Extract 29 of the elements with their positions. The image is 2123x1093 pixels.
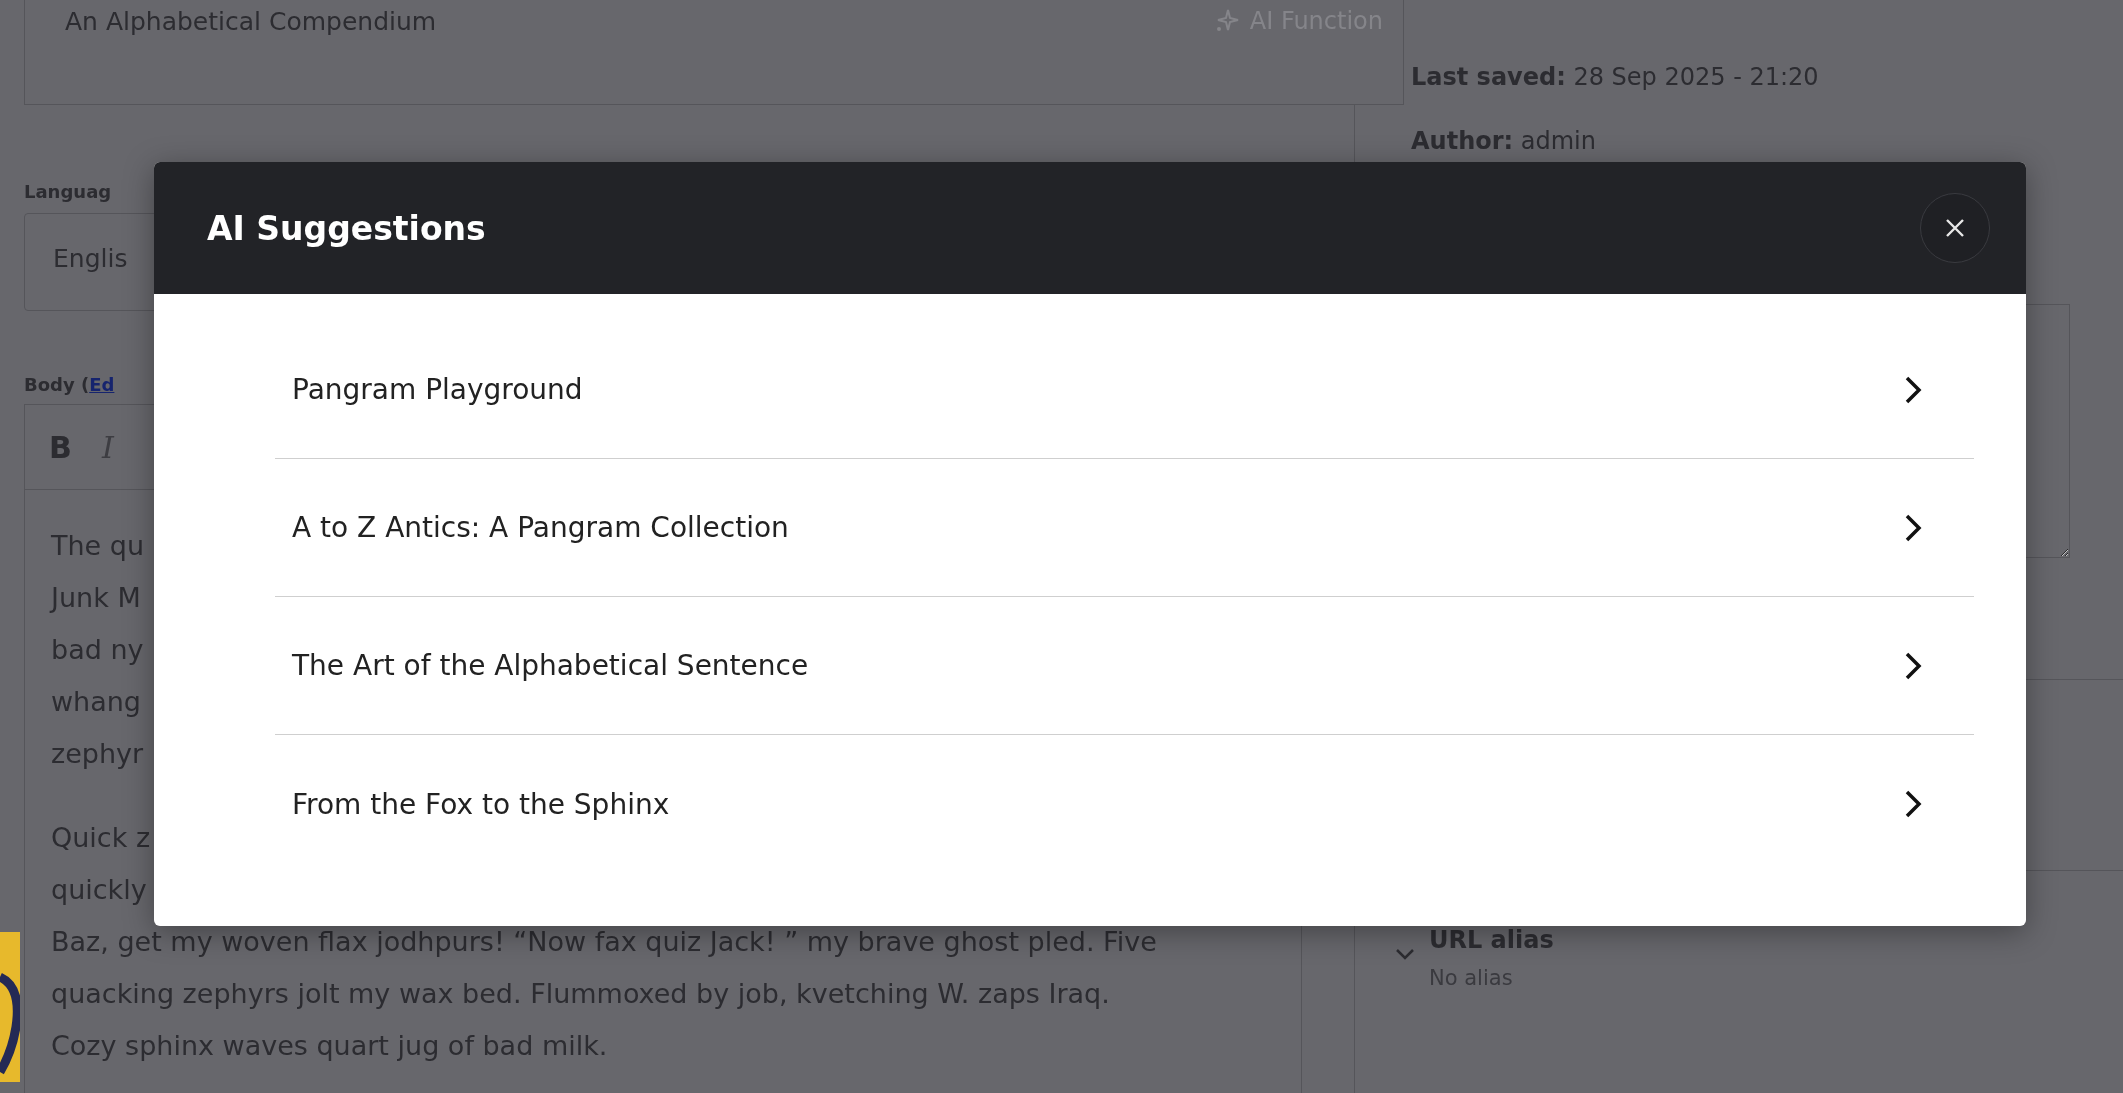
body-text-line: bad ny xyxy=(51,633,144,667)
suggestion-item[interactable]: Pangram Playground xyxy=(275,321,1974,459)
body-text-line: Junk M xyxy=(51,581,141,615)
suggestion-item[interactable]: From the Fox to the Sphinx xyxy=(275,735,1974,873)
body-text-line: quickly xyxy=(51,873,147,907)
chevron-right-icon xyxy=(1904,512,1922,543)
bold-button[interactable]: B xyxy=(49,429,72,465)
suggestion-item[interactable]: A to Z Antics: A Pangram Collection xyxy=(275,459,1974,597)
url-alias-title[interactable]: URL alias xyxy=(1429,926,1554,954)
title-value: An Alphabetical Compendium xyxy=(65,7,437,38)
body-text-line: Cozy sphinx waves quart jug of bad milk. xyxy=(51,1029,608,1063)
body-text-line: Baz, get my woven flax jodhpurs! “Now fax quiz Jack! ” my brave ghost pled. Five xyxy=(51,925,1157,959)
body-text-line: quacking zephyrs jolt my wax bed. Flummoxed by job, kvetching W. zaps Iraq. xyxy=(51,977,1110,1011)
body-text-line: Quick z xyxy=(51,821,151,855)
body-text-line: zephyr xyxy=(51,737,144,771)
dialog-title: AI Suggestions xyxy=(207,208,486,248)
chevron-right-icon xyxy=(1904,789,1922,819)
chevron-right-icon xyxy=(1904,650,1922,681)
meta-text: Author: admin xyxy=(1411,126,1597,157)
edit-link[interactable]: Ed xyxy=(89,374,115,395)
language-label: Languag xyxy=(24,181,113,203)
body-text-line: The qu xyxy=(51,529,145,563)
body-text-line: whang xyxy=(51,685,141,719)
chevron-down-icon[interactable] xyxy=(1395,948,1415,960)
meta-text: Last saved: 28 Sep 2025 - 21:20 xyxy=(1411,62,1820,93)
suggestion-item[interactable]: The Art of the Alphabetical Sentence xyxy=(275,597,1974,735)
body-label: Body ( xyxy=(24,374,90,395)
chevron-right-icon xyxy=(1904,374,1922,405)
close-icon xyxy=(1944,217,1966,239)
